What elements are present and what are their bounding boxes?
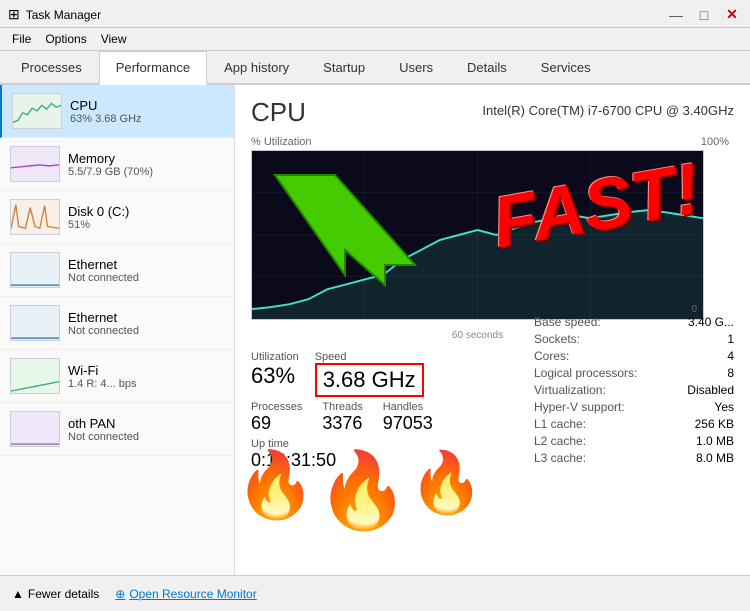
utilization-block: Utilization 63% xyxy=(251,351,299,397)
cpu-stats: 63% 3.68 GHz xyxy=(70,113,224,125)
left-panel: CPU 63% 3.68 GHz Memory 5.5/7.9 GB (70%) xyxy=(0,85,235,575)
device-item-memory[interactable]: Memory 5.5/7.9 GB (70%) xyxy=(0,138,234,191)
device-item-ethernet2[interactable]: Ethernet Not connected xyxy=(0,297,234,350)
ethernet2-mini-graph xyxy=(10,305,60,341)
info-base-speed: Base speed: 3.40 G... xyxy=(534,315,734,329)
device-item-ethernet1[interactable]: Ethernet Not connected xyxy=(0,244,234,297)
threads-label: Threads xyxy=(322,401,362,413)
close-button[interactable]: ✕ xyxy=(722,7,742,23)
memory-info: Memory 5.5/7.9 GB (70%) xyxy=(68,151,224,178)
speed-value: 3.68 GHz xyxy=(323,367,416,392)
ethernet2-stats: Not connected xyxy=(68,325,224,337)
menu-bar: File Options View xyxy=(0,28,750,51)
ethernet2-info: Ethernet Not connected xyxy=(68,310,224,337)
speed-box: 3.68 GHz xyxy=(315,363,424,397)
minimize-button[interactable]: — xyxy=(666,7,686,23)
graph-max-label: 100% xyxy=(701,136,729,148)
memory-mini-graph xyxy=(10,146,60,182)
info-l3: L3 cache: 8.0 MB xyxy=(534,451,734,465)
device-item-wifi[interactable]: Wi-Fi 1.4 R: 4... bps xyxy=(0,350,234,403)
bluetooth-name: oth PAN xyxy=(68,416,224,431)
ethernet1-info: Ethernet Not connected xyxy=(68,257,224,284)
chevron-up-icon: ▲ xyxy=(12,587,24,601)
tab-details[interactable]: Details xyxy=(450,51,524,85)
speed-block: Speed 3.68 GHz xyxy=(315,351,424,397)
menu-file[interactable]: File xyxy=(6,30,37,48)
fewer-details-label: Fewer details xyxy=(28,587,99,601)
info-l2: L2 cache: 1.0 MB xyxy=(534,434,734,448)
graph-label-top: % Utilization 100% xyxy=(251,136,704,148)
memory-stats: 5.5/7.9 GB (70%) xyxy=(68,166,224,178)
right-info: Base speed: 3.40 G... Sockets: 1 Cores: … xyxy=(534,315,734,468)
disk-mini-graph xyxy=(10,199,60,235)
cpu-title: CPU xyxy=(251,97,306,128)
wifi-stats: 1.4 R: 4... bps xyxy=(68,378,224,390)
device-item-cpu[interactable]: CPU 63% 3.68 GHz xyxy=(0,85,234,138)
info-cores: Cores: 4 xyxy=(534,349,734,363)
maximize-button[interactable]: □ xyxy=(694,7,714,23)
bluetooth-info: oth PAN Not connected xyxy=(68,416,224,443)
graph-wrapper: % Utilization 100% 0 xyxy=(251,136,704,341)
wifi-info: Wi-Fi 1.4 R: 4... bps xyxy=(68,363,224,390)
menu-view[interactable]: View xyxy=(95,30,133,48)
disk-info: Disk 0 (C:) 51% xyxy=(68,204,224,231)
disk-name: Disk 0 (C:) xyxy=(68,204,224,219)
tab-app-history[interactable]: App history xyxy=(207,51,306,85)
device-item-disk[interactable]: Disk 0 (C:) 51% xyxy=(0,191,234,244)
open-monitor-label: Open Resource Monitor xyxy=(129,587,256,601)
graph-zero-label: 0 xyxy=(691,304,697,315)
threads-value: 3376 xyxy=(322,413,362,434)
handles-value: 97053 xyxy=(383,413,433,434)
ethernet1-name: Ethernet xyxy=(68,257,224,272)
bluetooth-mini-graph xyxy=(10,411,60,447)
cpu-mini-graph xyxy=(12,93,62,129)
tab-users[interactable]: Users xyxy=(382,51,450,85)
app-title: Task Manager xyxy=(26,8,101,22)
disk-stats: 51% xyxy=(68,219,224,231)
cpu-info: CPU 63% 3.68 GHz xyxy=(70,98,224,125)
cpu-model: Intel(R) Core(TM) i7-6700 CPU @ 3.40GHz xyxy=(482,103,734,118)
speed-label: Speed xyxy=(315,351,424,363)
bluetooth-stats: Not connected xyxy=(68,431,224,443)
menu-options[interactable]: Options xyxy=(39,30,92,48)
tab-processes[interactable]: Processes xyxy=(4,51,99,85)
ethernet1-mini-graph xyxy=(10,252,60,288)
processes-value: 69 xyxy=(251,413,302,434)
tab-performance[interactable]: Performance xyxy=(99,51,207,85)
info-virtualization: Virtualization: Disabled xyxy=(534,383,734,397)
handles-block: Handles 97053 xyxy=(383,401,433,434)
handles-label: Handles xyxy=(383,401,433,413)
monitor-icon: ⊕ xyxy=(115,587,125,601)
info-sockets: Sockets: 1 xyxy=(534,332,734,346)
open-monitor-link[interactable]: ⊕ Open Resource Monitor xyxy=(115,587,256,601)
info-hyperv: Hyper-V support: Yes xyxy=(534,400,734,414)
device-item-bluetooth[interactable]: oth PAN Not connected xyxy=(0,403,234,456)
main-content: CPU 63% 3.68 GHz Memory 5.5/7.9 GB (70%) xyxy=(0,85,750,575)
wifi-mini-graph xyxy=(10,358,60,394)
ethernet2-name: Ethernet xyxy=(68,310,224,325)
utilization-value: 63% xyxy=(251,363,299,389)
tab-bar: Processes Performance App history Startu… xyxy=(0,51,750,85)
right-panel: CPU Intel(R) Core(TM) i7-6700 CPU @ 3.40… xyxy=(235,85,750,575)
info-l1: L1 cache: 256 KB xyxy=(534,417,734,431)
utilization-label: Utilization xyxy=(251,351,299,363)
fewer-details-button[interactable]: ▲ Fewer details xyxy=(12,587,99,601)
bottom-bar: ▲ Fewer details ⊕ Open Resource Monitor xyxy=(0,575,750,611)
title-bar: ⊞ Task Manager — □ ✕ xyxy=(0,0,750,28)
graph-utilization-label: % Utilization xyxy=(251,136,312,148)
tab-startup[interactable]: Startup xyxy=(306,51,382,85)
cpu-graph: 0 xyxy=(251,150,704,320)
processes-label: Processes xyxy=(251,401,302,413)
processes-block: Processes 69 xyxy=(251,401,302,434)
ethernet1-stats: Not connected xyxy=(68,272,224,284)
memory-name: Memory xyxy=(68,151,224,166)
app-icon: ⊞ xyxy=(8,6,20,23)
cpu-header: CPU Intel(R) Core(TM) i7-6700 CPU @ 3.40… xyxy=(251,97,734,128)
info-logical: Logical processors: 8 xyxy=(534,366,734,380)
tab-services[interactable]: Services xyxy=(524,51,608,85)
cpu-name: CPU xyxy=(70,98,224,113)
wifi-name: Wi-Fi xyxy=(68,363,224,378)
threads-block: Threads 3376 xyxy=(322,401,362,434)
